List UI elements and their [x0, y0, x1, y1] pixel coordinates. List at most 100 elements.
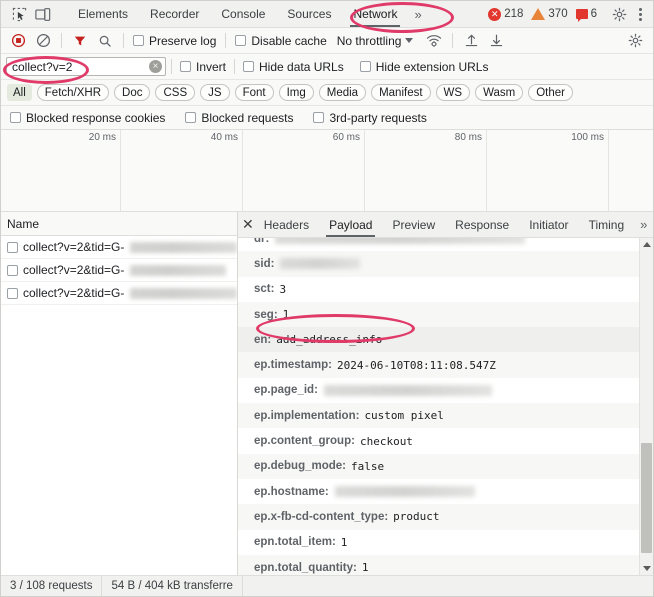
- payload-row-en[interactable]: en: add_address_info: [238, 327, 639, 353]
- chip-fetch-xhr[interactable]: Fetch/XHR: [36, 84, 110, 101]
- chip-doc[interactable]: Doc: [114, 84, 151, 101]
- device-toolbar-icon[interactable]: [31, 3, 55, 25]
- chip-ws[interactable]: WS: [435, 84, 471, 101]
- chip-media[interactable]: Media: [318, 84, 367, 101]
- payload-value: 2024-06-10T08:11:08.547Z: [336, 358, 496, 372]
- chip-js[interactable]: JS: [200, 84, 230, 101]
- tab-headers[interactable]: Headers: [254, 212, 319, 237]
- tab-recorder[interactable]: Recorder: [139, 1, 210, 27]
- hide-data-urls-checkbox[interactable]: Hide data URLs: [240, 60, 347, 74]
- tab-payload[interactable]: Payload: [319, 212, 382, 237]
- disable-cache-checkbox[interactable]: Disable cache: [232, 34, 329, 48]
- tab-network-label: Network: [353, 7, 398, 21]
- toolbar-divider: [61, 33, 62, 48]
- tab-console[interactable]: Console: [210, 1, 276, 27]
- timeline-tick-20ms: 20 ms: [1, 130, 121, 211]
- blocked-response-cookies-checkbox[interactable]: Blocked response cookies: [7, 111, 168, 125]
- payload-row-ep-timestamp[interactable]: ep.timestamp: 2024-06-10T08:11:08.547Z: [238, 352, 639, 378]
- filter-button[interactable]: [68, 30, 92, 52]
- search-button[interactable]: [93, 30, 117, 52]
- disable-cache-label: Disable cache: [251, 33, 327, 48]
- tab-elements[interactable]: Elements: [67, 1, 139, 27]
- record-button[interactable]: [6, 30, 30, 52]
- payload-row-ep-debug-mode[interactable]: ep.debug_mode: false: [238, 453, 639, 479]
- payload-row-dr[interactable]: dr:: [238, 238, 639, 251]
- network-settings-icon[interactable]: [623, 30, 647, 52]
- payload-row-sid[interactable]: sid:: [238, 251, 639, 277]
- error-counter[interactable]: ✕ 218: [484, 7, 527, 21]
- blocked-requests-checkbox[interactable]: Blocked requests: [182, 111, 296, 125]
- timeline-label-20ms: 20 ms: [88, 132, 116, 143]
- chip-css[interactable]: CSS: [155, 84, 196, 101]
- invert-checkbox[interactable]: Invert: [177, 60, 229, 74]
- more-tabs-icon[interactable]: »: [408, 7, 427, 22]
- table-row[interactable]: collect?v=2&tid=G-: [1, 282, 237, 305]
- timeline-label-60ms: 60 ms: [332, 132, 360, 143]
- third-party-requests-checkbox[interactable]: 3rd-party requests: [310, 111, 429, 125]
- payload-row-sct[interactable]: sct: 3: [238, 277, 639, 302]
- preserve-log-checkbox[interactable]: Preserve log: [130, 34, 219, 48]
- filter-input[interactable]: [6, 57, 166, 76]
- timeline-tick-100ms: 100 ms: [486, 130, 609, 211]
- third-party-requests-label: 3rd-party requests: [329, 110, 427, 125]
- table-row[interactable]: collect?v=2&tid=G-: [1, 236, 237, 259]
- tab-preview[interactable]: Preview: [382, 212, 445, 237]
- clear-filter-icon[interactable]: ×: [149, 60, 162, 73]
- blocked-requests-label: Blocked requests: [201, 110, 294, 125]
- tab-console-label: Console: [221, 7, 266, 21]
- payload-key: ep.implementation:: [254, 409, 360, 422]
- third-party-requests-box: [313, 112, 325, 123]
- row-checkbox[interactable]: [7, 241, 18, 253]
- preserve-log-box: [133, 35, 144, 46]
- detail-more-tabs-icon[interactable]: »: [634, 217, 653, 232]
- payload-row-ep-content-type[interactable]: ep.x-fb-cd-content_type: product: [238, 504, 639, 530]
- request-list-header[interactable]: Name: [1, 212, 237, 236]
- resource-type-filters: All Fetch/XHR Doc CSS JS Font Img Media …: [1, 80, 653, 106]
- payload-key: sct:: [254, 283, 275, 296]
- tab-sources[interactable]: Sources: [276, 1, 342, 27]
- row-checkbox[interactable]: [7, 264, 18, 276]
- status-bar-rest: [241, 576, 653, 596]
- throttling-select[interactable]: No throttling: [331, 34, 416, 48]
- scroll-down-icon[interactable]: [640, 562, 653, 575]
- payload-row-ep-page-id[interactable]: ep.page_id:: [238, 378, 639, 403]
- tab-response[interactable]: Response: [445, 212, 519, 237]
- issues-counter[interactable]: 6: [572, 8, 601, 22]
- chip-wasm[interactable]: Wasm: [475, 84, 524, 101]
- inspect-element-icon[interactable]: [7, 3, 31, 25]
- chip-font[interactable]: Font: [234, 84, 274, 101]
- payload-row-ep-content-group[interactable]: ep.content_group: checkout: [238, 428, 639, 453]
- more-options-icon[interactable]: [631, 4, 649, 24]
- tab-timing[interactable]: Timing: [579, 212, 635, 237]
- import-har-icon[interactable]: [459, 30, 483, 52]
- payload-row-ep-hostname[interactable]: ep.hostname:: [238, 479, 639, 504]
- chip-manifest[interactable]: Manifest: [371, 84, 431, 101]
- payload-scrollbar[interactable]: [639, 238, 653, 575]
- chip-all[interactable]: All: [7, 84, 32, 101]
- warning-counter[interactable]: 370: [527, 8, 571, 20]
- close-icon[interactable]: ✕: [242, 214, 254, 236]
- payload-row-seg[interactable]: seg: 1: [238, 301, 639, 328]
- row-checkbox[interactable]: [7, 287, 18, 299]
- network-conditions-icon[interactable]: [422, 30, 446, 52]
- scrollbar-thumb[interactable]: [641, 443, 652, 553]
- clear-button[interactable]: [31, 30, 55, 52]
- chip-other[interactable]: Other: [528, 84, 573, 101]
- network-overview-timeline[interactable]: 20 ms 40 ms 60 ms 80 ms 100 ms: [1, 130, 653, 212]
- export-har-icon[interactable]: [484, 30, 508, 52]
- payload-row-epn-total-quantity[interactable]: epn.total_quantity: 1: [238, 554, 639, 575]
- request-name: collect?v=2&tid=G-: [23, 240, 125, 254]
- payload-value: add_address_info: [276, 333, 383, 347]
- hide-extension-urls-checkbox[interactable]: Hide extension URLs: [357, 60, 492, 74]
- scroll-up-icon[interactable]: [640, 238, 653, 251]
- tab-network[interactable]: Network: [342, 1, 408, 27]
- payload-row-epn-total-item[interactable]: epn.total_item: 1: [238, 530, 639, 555]
- detail-tabbar: ✕ Headers Payload Preview Response Initi…: [238, 212, 653, 238]
- table-row[interactable]: collect?v=2&tid=G-: [1, 259, 237, 282]
- tab-initiator[interactable]: Initiator: [519, 212, 578, 237]
- gear-icon[interactable]: [607, 3, 631, 25]
- chip-img[interactable]: Img: [278, 84, 314, 101]
- timeline-tick-40ms: 40 ms: [120, 130, 243, 211]
- payload-key: epn.total_quantity:: [254, 561, 357, 574]
- payload-row-ep-implementation[interactable]: ep.implementation: custom pixel: [238, 403, 639, 429]
